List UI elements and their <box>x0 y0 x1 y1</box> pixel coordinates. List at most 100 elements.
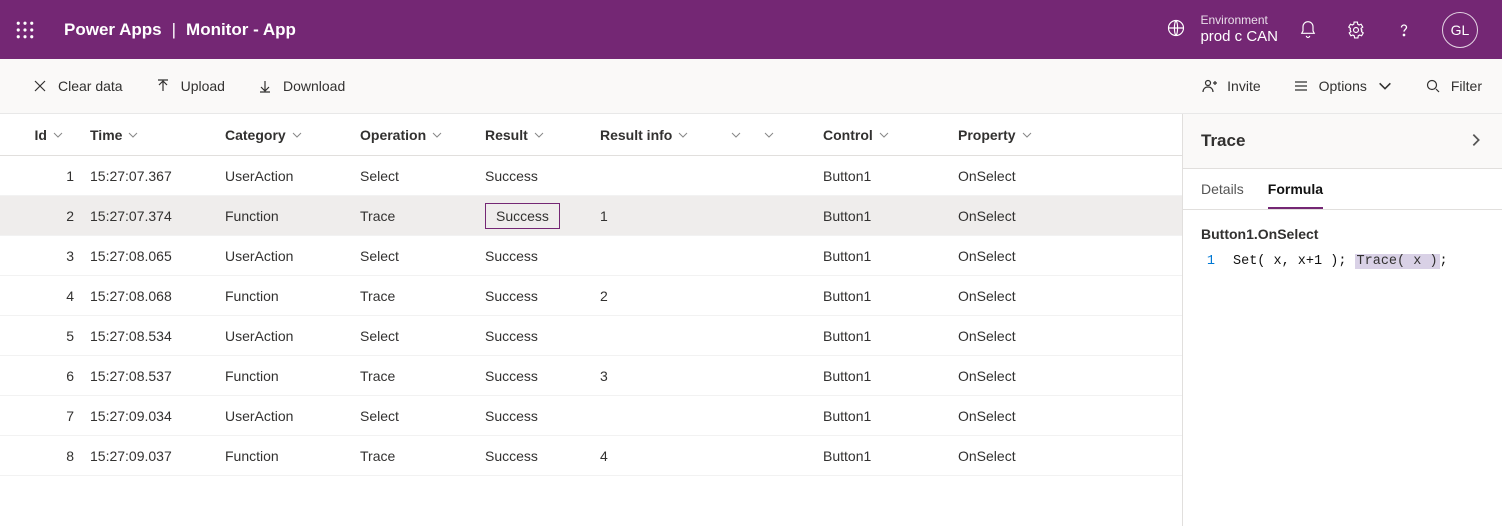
column-header-property[interactable]: Property <box>950 127 1100 143</box>
cell-control: Button1 <box>815 288 950 304</box>
environment-name: prod c CAN <box>1200 28 1278 45</box>
cell-category: Function <box>217 208 352 224</box>
cell-operation: Select <box>352 408 477 424</box>
cell-operation: Trace <box>352 448 477 464</box>
column-header-id[interactable]: Id <box>8 127 82 143</box>
tab-formula[interactable]: Formula <box>1268 181 1323 209</box>
waffle-icon[interactable] <box>0 0 50 59</box>
cell-operation: Trace <box>352 288 477 304</box>
cell-result: Success <box>477 368 592 384</box>
cell-control: Button1 <box>815 448 950 464</box>
upload-button[interactable]: Upload <box>155 78 225 94</box>
table-row[interactable]: 315:27:08.065UserActionSelectSuccess Butt… <box>0 236 1182 276</box>
formula-property-path: Button1.OnSelect <box>1201 226 1484 242</box>
column-header-operation[interactable]: Operation <box>352 127 477 143</box>
options-label: Options <box>1319 78 1367 94</box>
cell-property: OnSelect <box>950 208 1100 224</box>
chevron-right-icon[interactable] <box>1468 132 1484 151</box>
environment-label: Environment <box>1200 14 1278 28</box>
cell-control: Button1 <box>815 328 950 344</box>
cell-operation: Select <box>352 248 477 264</box>
cell-category: Function <box>217 448 352 464</box>
invite-label: Invite <box>1227 78 1260 94</box>
cell-id: 2 <box>8 208 82 224</box>
table-row[interactable]: 215:27:07.374FunctionTraceSuccess1Button… <box>0 196 1182 236</box>
cell-time: 15:27:07.367 <box>82 168 217 184</box>
chevron-down-icon <box>533 129 545 141</box>
command-bar: Clear data Upload Download Invite Option… <box>0 59 1502 114</box>
cell-id: 3 <box>8 248 82 264</box>
user-avatar[interactable]: GL <box>1442 12 1478 48</box>
download-label: Download <box>283 78 345 94</box>
filter-button[interactable]: Filter <box>1425 78 1482 94</box>
chevron-down-icon <box>730 129 742 141</box>
cell-id: 1 <box>8 168 82 184</box>
table-row[interactable]: 715:27:09.034UserActionSelectSuccessButt… <box>0 396 1182 436</box>
cell-time: 15:27:08.534 <box>82 328 217 344</box>
cell-property: OnSelect <box>950 448 1100 464</box>
clear-data-label: Clear data <box>58 78 123 94</box>
cell-control: Button1 <box>815 168 950 184</box>
gear-icon[interactable] <box>1346 20 1366 40</box>
chevron-down-icon <box>291 129 303 141</box>
cell-operation: Select <box>352 328 477 344</box>
clear-data-button[interactable]: Clear data <box>32 78 123 94</box>
help-icon[interactable] <box>1394 20 1414 40</box>
cell-operation: Trace <box>352 208 477 224</box>
options-button[interactable]: Options <box>1293 78 1393 94</box>
cell-category: Function <box>217 368 352 384</box>
column-header-control[interactable]: Control <box>815 127 950 143</box>
column-header-time[interactable]: Time <box>82 127 217 143</box>
page-title: Monitor - App <box>186 20 296 40</box>
cell-time: 15:27:09.034 <box>82 408 217 424</box>
cell-property: OnSelect <box>950 168 1100 184</box>
table-row[interactable]: 115:27:07.367UserActionSelectSuccessButt… <box>0 156 1182 196</box>
tab-details[interactable]: Details <box>1201 181 1244 209</box>
cell-time: 15:27:08.065 <box>82 248 217 264</box>
cell-category: UserAction <box>217 408 352 424</box>
events-grid: Id Time Category Operation Result Result… <box>0 114 1182 526</box>
cell-result: Success <box>477 248 592 264</box>
code-segment: ; <box>1440 254 1448 269</box>
cell-time: 15:27:09.037 <box>82 448 217 464</box>
cell-operation: Select <box>352 168 477 184</box>
cell-category: UserAction <box>217 248 352 264</box>
column-header-blank-2[interactable] <box>755 129 815 141</box>
chevron-down-icon <box>1021 129 1033 141</box>
cell-result-info: 4 <box>592 448 717 464</box>
download-button[interactable]: Download <box>257 78 345 94</box>
table-row[interactable]: 415:27:08.068FunctionTraceSuccess2Button… <box>0 276 1182 316</box>
top-app-bar: Power Apps | Monitor - App Environment p… <box>0 0 1502 59</box>
cell-result: Success <box>477 408 592 424</box>
code-segment: Set( x, x+1 ); <box>1233 254 1355 269</box>
cell-id: 6 <box>8 368 82 384</box>
cell-result: Success <box>477 448 592 464</box>
table-row[interactable]: 515:27:08.534UserActionSelectSuccessButt… <box>0 316 1182 356</box>
cell-id: 4 <box>8 288 82 304</box>
filter-label: Filter <box>1451 78 1482 94</box>
formula-code: 1 Set( x, x+1 ); Trace( x ); <box>1201 254 1484 269</box>
environment-picker[interactable]: Environment prod c CAN <box>1166 14 1278 45</box>
bell-icon[interactable] <box>1298 20 1318 40</box>
column-header-blank-1[interactable] <box>717 129 755 141</box>
cell-control: Button1 <box>815 248 950 264</box>
cell-property: OnSelect <box>950 328 1100 344</box>
chevron-down-icon <box>52 129 64 141</box>
table-row[interactable]: 615:27:08.537FunctionTraceSuccess3Button… <box>0 356 1182 396</box>
cell-result: Success <box>477 328 592 344</box>
chevron-down-icon <box>763 129 775 141</box>
column-header-category[interactable]: Category <box>217 127 352 143</box>
column-header-result[interactable]: Result <box>477 127 592 143</box>
cell-operation: Trace <box>352 368 477 384</box>
cell-property: OnSelect <box>950 368 1100 384</box>
invite-button[interactable]: Invite <box>1201 78 1260 94</box>
cell-control: Button1 <box>815 208 950 224</box>
cell-result-info: 1 <box>592 208 717 224</box>
cell-control: Button1 <box>815 368 950 384</box>
upload-label: Upload <box>181 78 225 94</box>
avatar-initials: GL <box>1451 22 1470 38</box>
table-row[interactable]: 815:27:09.037FunctionTraceSuccess4Button… <box>0 436 1182 476</box>
cell-category: UserAction <box>217 168 352 184</box>
column-header-result-info[interactable]: Result info <box>592 127 717 143</box>
cell-result-info: 3 <box>592 368 717 384</box>
